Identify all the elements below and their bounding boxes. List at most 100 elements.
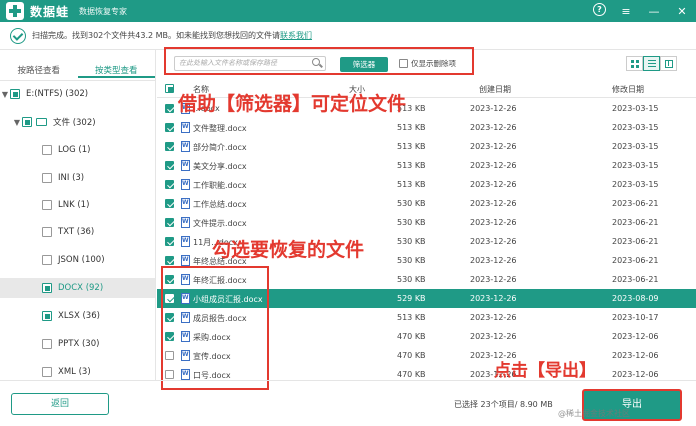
tree-checkbox[interactable] [42, 367, 52, 377]
tree-item-log[interactable]: LOG (1) [42, 140, 90, 160]
search-icon[interactable] [312, 58, 320, 66]
tree-checkbox[interactable] [42, 339, 52, 349]
row-checkbox[interactable] [165, 199, 174, 208]
tree-item-drive[interactable]: ▼ E:(NTFS) (302) [0, 84, 88, 104]
table-row[interactable]: 工作职能.docx 513 KB 2023-12-26 2023-03-15 [157, 175, 696, 194]
file-size: 530 KB [397, 256, 426, 265]
modified-date: 2023-03-15 [612, 161, 659, 170]
tree-checkbox[interactable] [42, 173, 52, 183]
show-deleted-checkbox[interactable] [399, 59, 408, 68]
tree-item-label: INI (3) [58, 173, 85, 183]
modified-date: 2023-10-17 [612, 313, 659, 322]
file-size: 513 KB [397, 142, 426, 151]
tree-item-docx[interactable]: DOCX (92) [0, 278, 155, 298]
tab-by-path[interactable]: 按路径查看 [0, 58, 78, 78]
row-checkbox[interactable] [165, 256, 174, 265]
tree-item-pptx[interactable]: PPTX (30) [42, 334, 99, 354]
file-size: 513 KB [397, 180, 426, 189]
modified-date: 2023-06-21 [612, 199, 659, 208]
modified-date: 2023-06-21 [612, 237, 659, 246]
app-name: 数据蛙 [30, 4, 70, 19]
modified-date: 2023-12-06 [612, 370, 659, 379]
list-view-button[interactable] [643, 56, 660, 71]
row-checkbox[interactable] [165, 237, 174, 246]
file-size: 530 KB [397, 199, 426, 208]
row-checkbox[interactable] [165, 123, 174, 132]
select-hint-annotation: 勾选要恢复的文件 [212, 239, 365, 261]
filter-button[interactable]: 筛选器 [340, 57, 388, 72]
chevron-down-icon[interactable]: ▼ [0, 90, 10, 99]
row-checkbox[interactable] [165, 161, 174, 170]
tree-item-xlsx[interactable]: XLSX (36) [42, 306, 100, 326]
help-icon[interactable]: ? [593, 3, 606, 16]
chevron-down-icon[interactable]: ▼ [12, 118, 22, 127]
tree-checkbox[interactable] [42, 311, 52, 321]
contact-us-link[interactable]: 联系我们 [280, 31, 312, 40]
word-document-icon [181, 198, 190, 209]
filter-hint-annotation: 借助【筛选器】可定位文件 [178, 93, 407, 115]
selection-highlight-box [161, 266, 269, 390]
table-row[interactable]: 工作总结.docx 530 KB 2023-12-26 2023-06-21 [157, 194, 696, 213]
menu-icon[interactable]: ≡ [618, 3, 634, 19]
table-row[interactable]: 美文分享.docx 513 KB 2023-12-26 2023-03-15 [157, 156, 696, 175]
file-size: 470 KB [397, 351, 426, 360]
tree-checkbox[interactable] [42, 255, 52, 265]
column-header-modified[interactable]: 修改日期 [612, 84, 644, 95]
table-row[interactable]: 文件提示.docx 530 KB 2023-12-26 2023-06-21 [157, 213, 696, 232]
tree-item-files[interactable]: ▼ 文件 (302) [12, 112, 96, 132]
table-row[interactable]: 部分简介.docx 513 KB 2023-12-26 2023-03-15 [157, 137, 696, 156]
folder-icon [36, 118, 47, 126]
file-size: 529 KB [397, 294, 426, 303]
grid-view-icon [630, 59, 639, 68]
file-size: 513 KB [397, 161, 426, 170]
row-checkbox[interactable] [165, 142, 174, 151]
table-row[interactable]: 文件整理.docx 513 KB 2023-12-26 2023-03-15 [157, 118, 696, 137]
tree-checkbox[interactable] [42, 227, 52, 237]
word-document-icon [181, 179, 190, 190]
tab-by-type[interactable]: 按类型查看 [77, 58, 155, 78]
minimize-icon[interactable]: — [646, 3, 662, 19]
tree-item-txt[interactable]: TXT (36) [42, 222, 94, 242]
tree-item-label: JSON (100) [58, 255, 105, 265]
tree-item-label: E:(NTFS) (302) [26, 89, 89, 99]
tree-checkbox[interactable] [42, 145, 52, 155]
app-subtitle: 数据恢复专家 [79, 6, 128, 16]
close-icon[interactable]: ✕ [674, 3, 690, 19]
file-name: 美文分享.docx [193, 162, 247, 171]
tree-item-json[interactable]: JSON (100) [42, 250, 105, 270]
modified-date: 2023-08-09 [612, 294, 659, 303]
tree-checkbox[interactable] [10, 89, 20, 99]
word-document-icon [181, 236, 190, 247]
view-mode-tabs: 按路径查看 按类型查看 [0, 58, 155, 78]
tree-checkbox[interactable] [42, 283, 52, 293]
row-checkbox[interactable] [165, 180, 174, 189]
status-bar: 扫描完成。找到302个文件共43.2 MB。如未能找到您想找回的文件请联系我们 [0, 22, 696, 50]
tree-item-label: XML (3) [58, 367, 91, 377]
detail-view-button[interactable] [660, 56, 677, 71]
tree-item-ini[interactable]: INI (3) [42, 168, 84, 188]
row-checkbox[interactable] [165, 104, 174, 113]
search-input[interactable]: 在此处输入文件名称或保存路径 [174, 56, 326, 71]
grid-view-button[interactable] [626, 56, 643, 71]
tree-checkbox[interactable] [42, 200, 52, 210]
column-header-created[interactable]: 创建日期 [479, 84, 511, 95]
word-document-icon [181, 160, 190, 171]
created-date: 2023-12-26 [470, 313, 517, 322]
created-date: 2023-12-26 [470, 142, 517, 151]
created-date: 2023-12-26 [470, 294, 517, 303]
file-name: 部分简介.docx [193, 143, 247, 152]
back-button[interactable]: 返回 [11, 393, 109, 415]
modified-date: 2023-06-21 [612, 218, 659, 227]
file-size: 530 KB [397, 275, 426, 284]
tree-item-label: LNK (1) [58, 200, 90, 210]
select-all-checkbox[interactable] [165, 84, 174, 93]
tree-checkbox[interactable] [22, 117, 32, 127]
tree-item-lnk[interactable]: LNK (1) [42, 195, 89, 215]
show-deleted-toggle[interactable]: 仅显示删除项 [399, 58, 456, 69]
tree-item-label: TXT (36) [58, 227, 95, 237]
word-document-icon [181, 122, 190, 133]
tree-item-xml[interactable]: XML (3) [42, 362, 91, 382]
row-checkbox[interactable] [165, 218, 174, 227]
modified-date: 2023-03-15 [612, 104, 659, 113]
created-date: 2023-12-26 [470, 275, 517, 284]
